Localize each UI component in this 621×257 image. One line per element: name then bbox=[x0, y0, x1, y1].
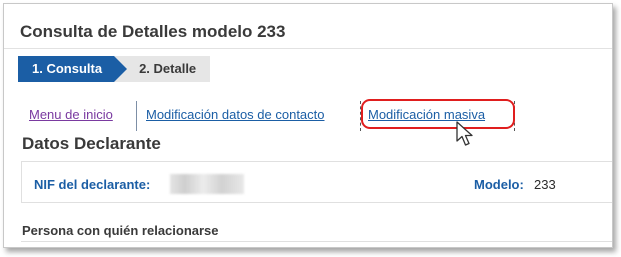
nav-separator bbox=[136, 101, 138, 131]
section-title: Datos Declarante bbox=[22, 134, 161, 153]
highlight-ring bbox=[361, 99, 515, 129]
link-modificacion-datos-contacto[interactable]: Modificación datos de contacto bbox=[146, 107, 325, 122]
nif-label: NIF del declarante: bbox=[34, 177, 151, 192]
mouse-pointer-icon bbox=[456, 121, 473, 146]
modelo-value: 233 bbox=[534, 177, 556, 192]
declarante-details: NIF del declarante: Modelo: 233 bbox=[21, 161, 612, 203]
title-divider bbox=[4, 48, 612, 49]
persona-divider bbox=[21, 241, 612, 242]
modelo-label: Modelo: bbox=[474, 177, 524, 192]
page-title: Consulta de Detalles modelo 233 bbox=[20, 22, 286, 41]
step-consulta: 1. Consulta bbox=[18, 56, 128, 82]
step-detalle: 2. Detalle bbox=[114, 56, 211, 82]
nif-value-redacted bbox=[170, 174, 244, 194]
window-frame: Consulta de Detalles modelo 233 1. Consu… bbox=[3, 3, 613, 248]
link-menu-inicio[interactable]: Menu de inicio bbox=[29, 107, 113, 122]
persona-section-label: Persona con quién relacionarse bbox=[22, 223, 219, 238]
step-indicator: 1. Consulta 2. Detalle bbox=[18, 56, 211, 82]
